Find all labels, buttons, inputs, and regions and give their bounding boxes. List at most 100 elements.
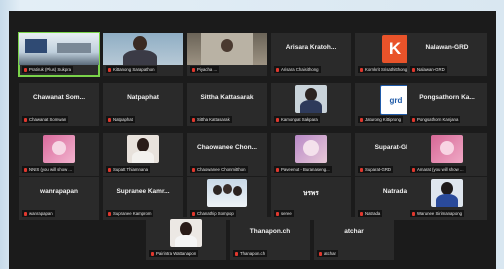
flower-shape <box>52 141 66 155</box>
participant-tile[interactable]: Kamonpat Sakpara <box>271 83 351 126</box>
participant-tile[interactable]: Nalawan-GRD Nalawan-GRD <box>407 33 487 76</box>
participant-tile[interactable]: ษรพร seree <box>271 177 351 220</box>
participant-display-name: Pongsathorn Ka... <box>419 94 475 101</box>
mic-muted-icon <box>412 118 415 122</box>
participant-name: Kornkrit Srisathitthong <box>365 67 408 72</box>
participant-display-name: Thanapon.ch <box>249 228 291 235</box>
participant-name: Thanapon.ch <box>240 251 266 256</box>
participant-tile[interactable]: NNIS (you will show ... <box>19 133 99 176</box>
participant-tile[interactable]: Kittanong Sarapathon <box>103 33 183 76</box>
participant-name-tag: Nalawan-GRD <box>410 66 447 73</box>
participant-name-tag: Thanapon.ch <box>233 250 268 257</box>
participant-name-tag: Kamonpat Sakpara <box>274 116 320 123</box>
person-head <box>137 138 149 152</box>
participant-name: Natpaphat <box>113 117 133 122</box>
participant-name: Supatt Thiamnana <box>113 167 149 172</box>
participant-tile[interactable]: Chanathip Sompop <box>187 177 267 220</box>
participant-name-tag: Supatt Thiamnana <box>106 166 151 173</box>
person-body <box>436 194 458 207</box>
participant-name-tag: Arisara Chaisithong <box>274 66 321 73</box>
meeting-gallery-view: Pratiruk (Plus) Sukpra Kittanong Sarapat… <box>9 11 496 269</box>
participant-name-tag: seree <box>274 210 294 217</box>
participant-display-name: atchar <box>344 228 364 235</box>
participant-name-tag: Pratiruk (Plus) Sukpra <box>22 66 74 73</box>
person-body <box>175 235 197 247</box>
mic-muted-icon <box>360 168 363 172</box>
flower-shape <box>440 141 454 155</box>
video-feed <box>103 33 183 65</box>
participant-tile[interactable]: Pairintra Wattanapon <box>146 217 226 260</box>
participant-name-tag: Chaowanee Chonmitthon <box>190 166 248 173</box>
participant-tile[interactable]: Piyacha ... <box>187 33 267 76</box>
participant-name-tag: Suparat-GRD <box>358 166 394 173</box>
avatar <box>127 135 159 163</box>
participant-name-tag: atchar <box>317 250 338 257</box>
mic-muted-icon <box>412 212 415 216</box>
participant-name-tag: Piyacha ... <box>190 66 220 73</box>
person-head <box>223 184 232 194</box>
person-head <box>180 222 192 236</box>
mic-muted-icon <box>24 168 27 172</box>
video-feed <box>187 33 267 65</box>
participant-name: Chanathip Sompop <box>197 211 234 216</box>
participant-name-tag: Paveenut - Buranaseng... <box>274 166 332 173</box>
participant-name-tag: Pairintra Wattanapon <box>149 250 199 257</box>
mic-muted-icon <box>276 68 279 72</box>
participant-display-name: Chawanat Som... <box>32 94 85 101</box>
participant-tile[interactable]: Arisara Kratoh... Arisara Chaisithong <box>271 33 351 76</box>
participant-tile[interactable]: Natpaphat Natpaphat <box>103 83 183 126</box>
participant-name: Supranee Kamprom <box>113 211 152 216</box>
participant-tile[interactable]: atchar atchar <box>314 217 394 260</box>
participant-tile[interactable]: Supranee Kamr... Supranee Kamprom <box>103 177 183 220</box>
participant-name: Pairintra Wattanapon <box>156 251 197 256</box>
participant-tile[interactable]: Chawanat Som... Chawanat Somwan <box>19 83 99 126</box>
participant-name: Kittanong Sarapathon <box>113 67 155 72</box>
participant-tile[interactable]: Amarat (you will show ... <box>407 133 487 176</box>
participant-tile[interactable]: Pongsathorn Ka... Pongsathorn Kanjana <box>407 83 487 126</box>
participant-name-tag: Warunee Sirimanapong <box>410 210 464 217</box>
mic-muted-icon <box>412 168 415 172</box>
avatar <box>207 179 247 207</box>
mic-muted-icon <box>276 168 279 172</box>
participant-tile[interactable]: Thanapon.ch Thanapon.ch <box>230 217 310 260</box>
participant-name-tag: wanrapapan <box>22 210 55 217</box>
mic-muted-icon <box>360 68 363 72</box>
mic-muted-icon <box>108 68 111 72</box>
participant-display-name: Natpaphat <box>127 94 159 101</box>
mic-muted-icon <box>192 168 195 172</box>
participant-name: Natrada <box>365 211 381 216</box>
participant-tile[interactable]: Pratiruk (Plus) Sukpra <box>18 32 100 77</box>
participant-name: Piyacha ... <box>197 67 218 72</box>
projected-screen <box>25 39 47 53</box>
participant-name-tag: Natpaphat <box>106 116 135 123</box>
participant-display-name: ษรพร <box>303 190 319 197</box>
mic-muted-icon <box>319 252 322 256</box>
participant-name-tag: Kornkrit Srisathitthong <box>358 66 410 73</box>
participant-tile[interactable]: Supatt Thiamnana <box>103 133 183 176</box>
person-head <box>213 185 222 195</box>
participant-name: Paveenut - Buranaseng... <box>281 167 330 172</box>
participant-name: Pratiruk (Plus) Sukpra <box>29 67 72 72</box>
participant-display-name: wanrapapan <box>40 188 78 195</box>
participant-tile[interactable]: Sittha Kattasarak Sittha Kattasarak <box>187 83 267 126</box>
participant-tile[interactable]: wanrapapan wanrapapan <box>19 177 99 220</box>
participant-name: Nalawan-GRD <box>417 67 445 72</box>
mic-muted-icon <box>192 212 195 216</box>
mic-muted-icon <box>108 212 111 216</box>
participant-tile[interactable]: Warunee Sirimanapong <box>407 177 487 220</box>
participant-name: Pongsathorn Kanjana <box>417 117 459 122</box>
mic-muted-icon <box>276 118 279 122</box>
room-people <box>57 43 91 53</box>
participant-name: Suparat-GRD <box>365 167 392 172</box>
participant-tile[interactable]: Chaowanee Chon... Chaowanee Chonmitthon <box>187 133 267 176</box>
participant-name-tag: Natrada <box>358 210 383 217</box>
participant-name: Chawanat Somwan <box>29 117 67 122</box>
mic-muted-icon <box>24 118 27 122</box>
mic-muted-icon <box>108 118 111 122</box>
person-head <box>133 36 147 51</box>
participant-display-name: Supranee Kamr... <box>116 188 170 195</box>
avatar <box>43 135 75 163</box>
participant-name: Sittha Kattasarak <box>197 117 230 122</box>
participant-tile[interactable]: Paveenut - Buranaseng... <box>271 133 351 176</box>
avatar <box>431 135 463 163</box>
